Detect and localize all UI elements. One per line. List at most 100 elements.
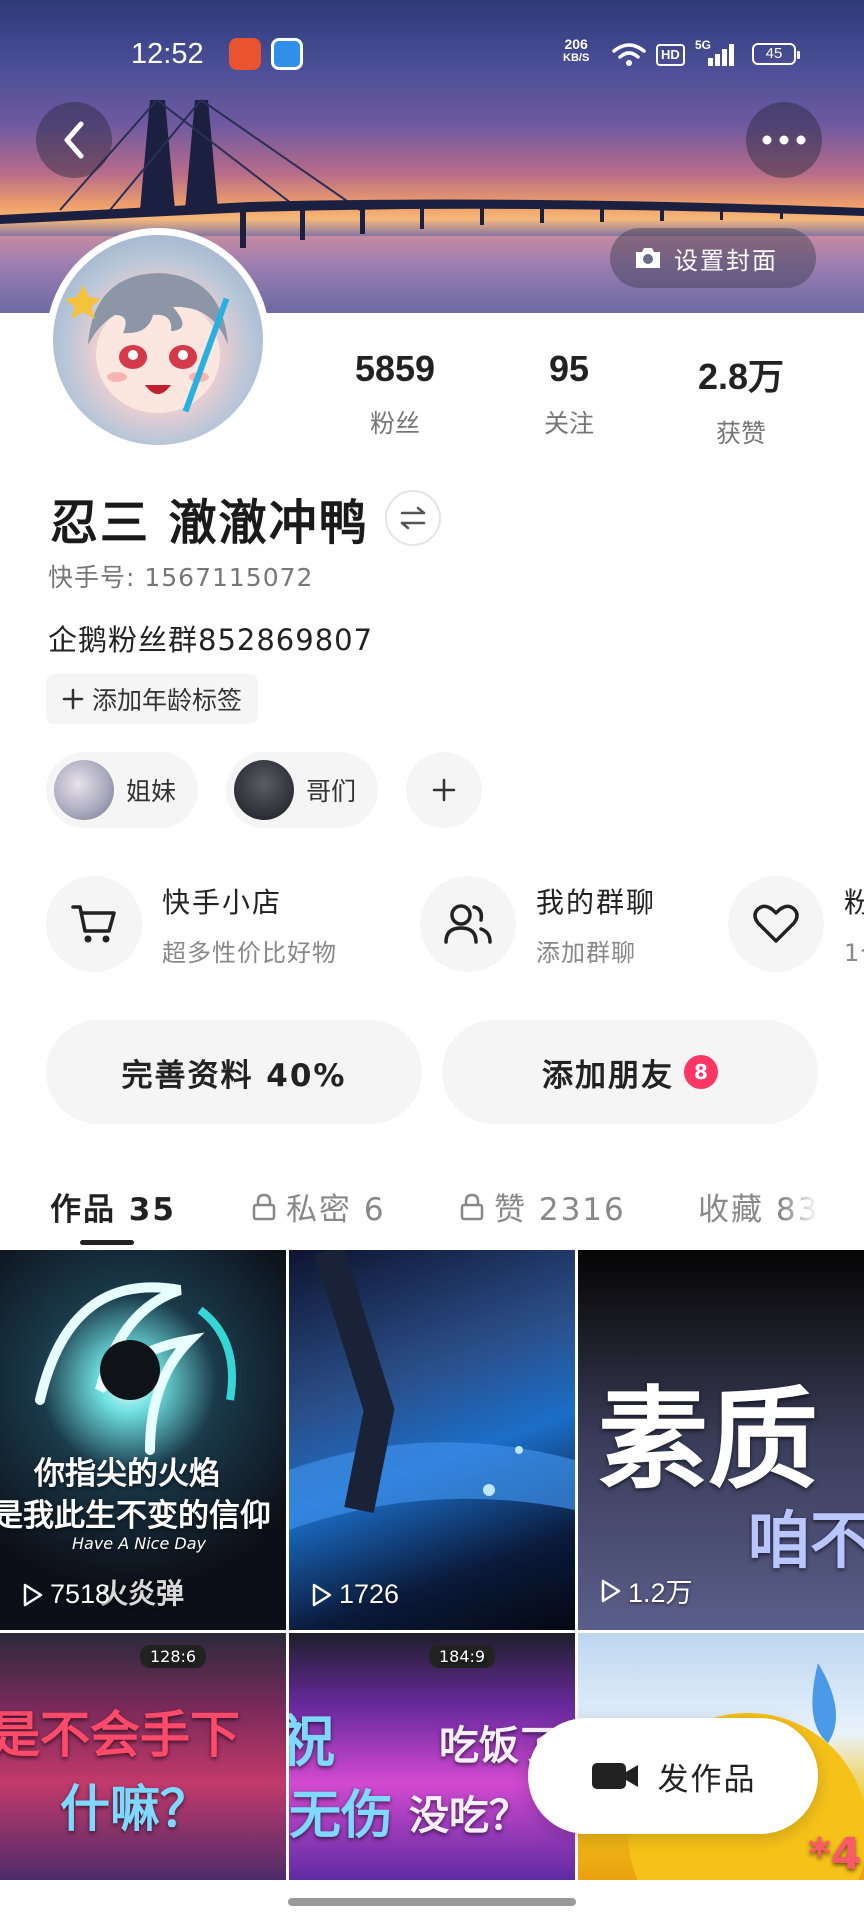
play-icon xyxy=(23,1583,43,1606)
video-caption: 什嘛？ xyxy=(60,1780,210,1838)
tab-works[interactable]: 作品 35 xyxy=(50,1184,176,1229)
video-caption: 是我此生不变的信仰 xyxy=(0,1498,271,1534)
complete-profile-label: 完善资料 40% xyxy=(121,1057,347,1094)
followers-label: 粉丝 xyxy=(369,409,420,438)
lock-icon xyxy=(252,1193,276,1220)
camera-icon xyxy=(636,248,660,268)
notification-app-icon xyxy=(229,38,261,70)
net-speed-value: 206 xyxy=(564,36,588,52)
following-stat[interactable]: 95 关注 xyxy=(494,348,644,440)
complete-profile-button[interactable]: 完善资料 40% xyxy=(46,1020,422,1124)
set-cover-label: 设置封面 xyxy=(674,246,778,275)
followers-count: 5859 xyxy=(354,348,436,389)
switch-account-button[interactable] xyxy=(384,490,441,546)
likes-label: 获赞 xyxy=(715,419,766,448)
tab-likes[interactable]: 赞 2316 xyxy=(460,1184,626,1229)
net-speed-unit: KB/S xyxy=(563,52,590,64)
video-caption: 你指尖的火焰 xyxy=(34,1456,220,1492)
video-tile[interactable]: 你指尖的火焰 是我此生不变的信仰 Have A Nice Day 火炎弹 751… xyxy=(0,1250,286,1630)
profile-avatar[interactable] xyxy=(46,228,270,452)
status-bar: 12:52 206 KB/S HD 5G 45 xyxy=(0,0,864,110)
more-dots-icon xyxy=(762,135,806,145)
back-button[interactable] xyxy=(36,102,112,178)
play-count: 7518 xyxy=(22,1579,110,1610)
group-icon xyxy=(420,876,516,972)
fan-group-subtitle: 1个 xyxy=(844,938,864,967)
cart-icon xyxy=(46,876,142,972)
tab-private[interactable]: 私密 6 xyxy=(252,1184,386,1229)
followers-stat[interactable]: 5859 粉丝 xyxy=(320,348,470,440)
post-button-label: 发作品 xyxy=(657,1761,757,1798)
likes-stat[interactable]: 2.8万 获赞 xyxy=(666,348,816,450)
following-label: 关注 xyxy=(543,409,594,438)
network-speed: 206 KB/S xyxy=(563,37,589,65)
play-icon xyxy=(312,1583,332,1606)
post-video-button[interactable]: 发作品 xyxy=(528,1718,818,1834)
kuaishou-id[interactable]: 快手号: 1567115072 xyxy=(48,558,313,594)
add-relation-button[interactable] xyxy=(406,752,482,828)
add-friends-label: 添加朋友 xyxy=(542,1057,674,1094)
video-caption: 咱不 xyxy=(748,1504,864,1577)
video-tile[interactable]: 素质 咱不 1.2万 xyxy=(578,1250,864,1630)
group-chat-subtitle: 添加群聊 xyxy=(536,938,636,967)
services-row: 快手小店 超多性价比好物 我的群聊 添加群聊 粉 1个 xyxy=(0,860,864,990)
video-caption: 祝 xyxy=(289,1710,335,1775)
profile-bio: 企鹅粉丝群852869807 xyxy=(48,623,374,657)
fan-group-entry[interactable]: 粉 1个 xyxy=(728,876,864,972)
more-options-button[interactable] xyxy=(746,102,822,178)
video-caption: 是不会手下 xyxy=(0,1706,240,1764)
game-hud: 184:9 xyxy=(429,1645,496,1668)
avatar-image xyxy=(53,235,263,445)
tab-favorites-label: 收藏 83 xyxy=(698,1192,820,1228)
heart-icon xyxy=(728,876,824,972)
video-thumbnail-art xyxy=(289,1250,575,1530)
fan-group-title: 粉 xyxy=(844,885,864,919)
plus-icon xyxy=(432,778,456,802)
tab-favorites[interactable]: 收藏 83 xyxy=(698,1184,819,1229)
status-time: 12:52 xyxy=(131,38,204,70)
lock-icon xyxy=(460,1193,484,1220)
shop-subtitle: 超多性价比好物 xyxy=(162,938,337,967)
following-count: 95 xyxy=(548,348,590,389)
video-caption: 素质 xyxy=(598,1376,818,1504)
play-count-value: 1726 xyxy=(339,1579,400,1609)
video-caption: 无伤 xyxy=(289,1786,394,1846)
battery-indicator: 45 xyxy=(752,43,800,65)
video-tile[interactable]: 1726 xyxy=(289,1250,575,1630)
age-tag-label: 添加年龄标签 xyxy=(92,686,243,715)
add-friends-badge: 8 xyxy=(684,1055,718,1089)
chevron-left-icon xyxy=(64,121,84,159)
bros-label: 哥们 xyxy=(306,777,357,806)
group-chat-title: 我的群聊 xyxy=(536,885,657,919)
add-friends-button[interactable]: 添加朋友 8 xyxy=(442,1020,818,1124)
group-chat-entry[interactable]: 我的群聊 添加群聊 xyxy=(420,876,656,972)
add-age-tag-button[interactable]: 添加年龄标签 xyxy=(46,674,259,724)
play-count-value: 7518 xyxy=(50,1579,111,1609)
plus-icon xyxy=(62,688,84,710)
home-indicator[interactable] xyxy=(288,1898,576,1906)
video-caption: 没吃？ xyxy=(409,1793,529,1839)
notification-app-icon-2 xyxy=(271,38,303,70)
kuaishou-shop-entry[interactable]: 快手小店 超多性价比好物 xyxy=(46,876,337,972)
camera-video-icon xyxy=(591,1763,638,1789)
relation-chip-sisters[interactable]: 姐妹 xyxy=(46,752,199,828)
anime-character-avatar xyxy=(65,273,230,413)
play-count: 1726 xyxy=(311,1579,399,1610)
sisters-label: 姐妹 xyxy=(126,777,177,806)
bros-avatar xyxy=(234,760,294,820)
profile-name: 忍三 澈澈冲鸭 xyxy=(50,495,369,551)
video-tile[interactable]: 128:6 是不会手下 什嘛？ xyxy=(0,1633,286,1880)
wifi-icon xyxy=(612,43,646,66)
sisters-avatar xyxy=(54,760,114,820)
relation-chip-bros[interactable]: 哥们 xyxy=(226,752,379,828)
hd-badge: HD xyxy=(656,44,685,66)
name-row: 忍三 澈澈冲鸭 xyxy=(50,483,441,553)
tab-likes-label: 赞 2316 xyxy=(494,1192,626,1228)
video-caption: Have A Nice Day xyxy=(72,1534,206,1553)
video-caption: *4 xyxy=(808,1829,862,1880)
tab-private-label: 私密 6 xyxy=(286,1192,386,1228)
signal-bars-icon xyxy=(708,44,734,66)
play-icon xyxy=(601,1579,621,1602)
play-count: 1.2万 xyxy=(600,1571,693,1610)
set-cover-button[interactable]: 设置封面 xyxy=(610,228,816,288)
